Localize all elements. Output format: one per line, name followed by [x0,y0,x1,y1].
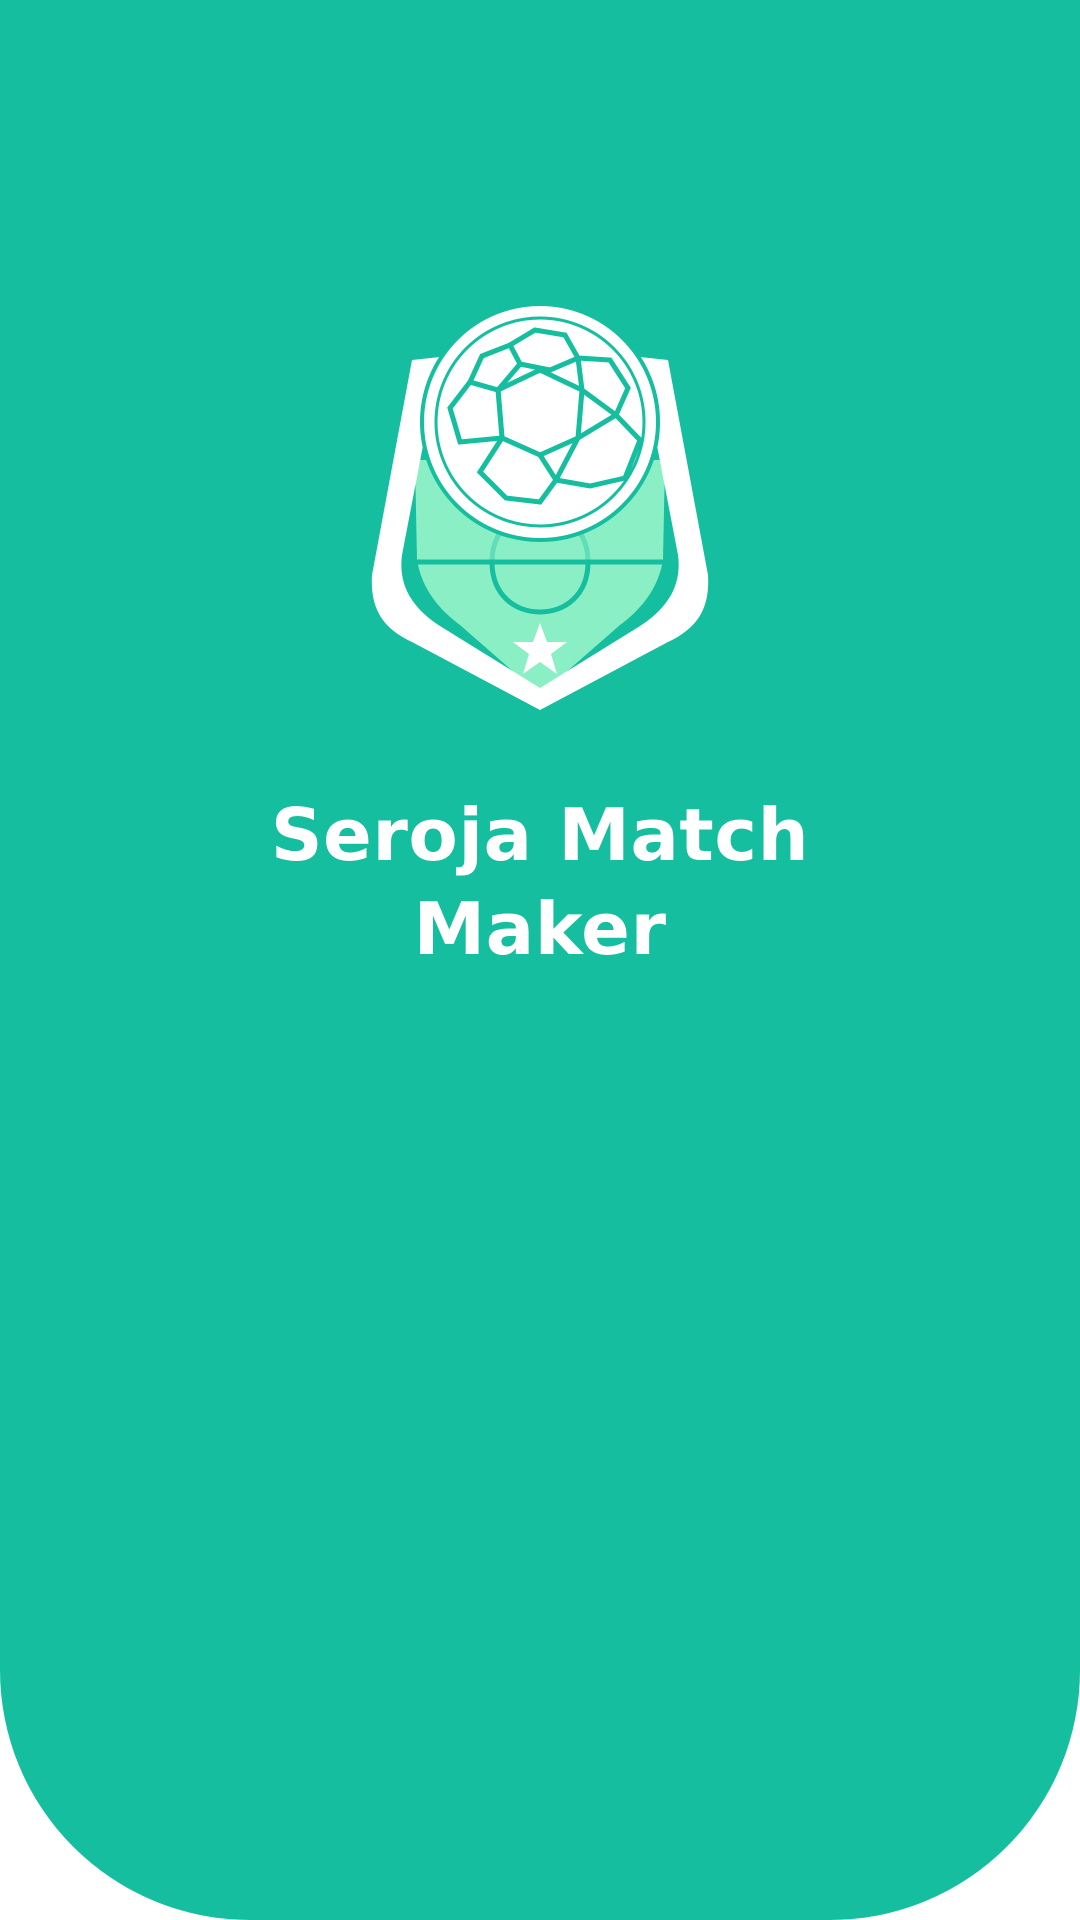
soccer-ball-shield-icon [371,302,709,710]
app-logo [320,290,760,720]
splash-screen: Seroja Match Maker [0,0,1080,1920]
app-title: Seroja Match Maker [270,793,810,971]
